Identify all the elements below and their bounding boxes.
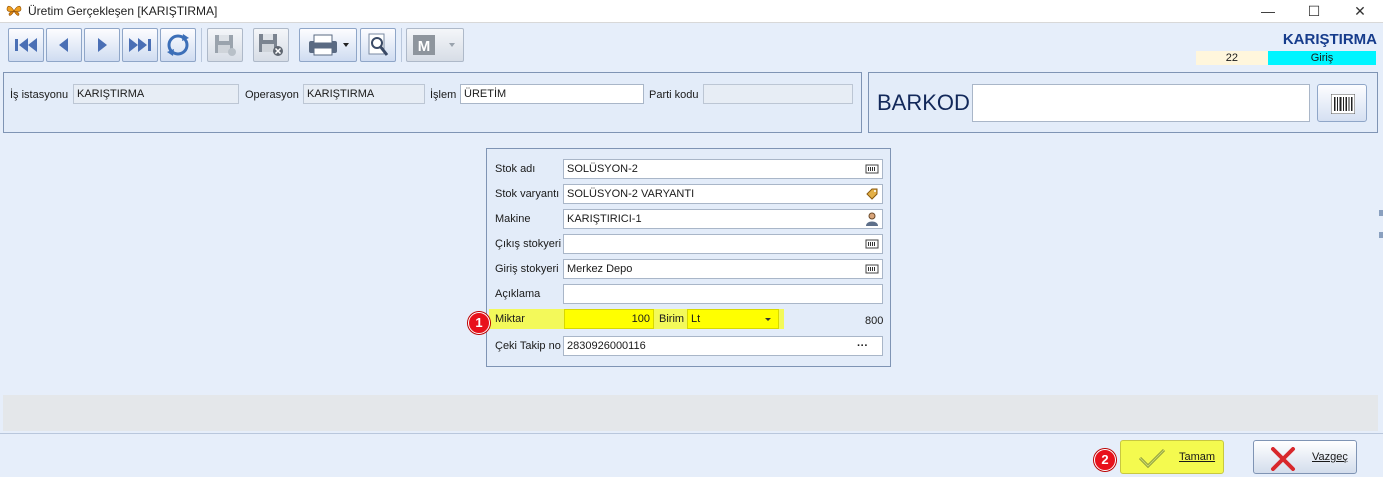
lookup-icon[interactable] <box>865 237 879 251</box>
ceki-takip-field[interactable]: 2830926000116 ··· <box>563 336 883 356</box>
barkod-input[interactable] <box>972 84 1310 122</box>
birim-label: Birim <box>659 313 685 325</box>
chevron-down-icon[interactable] <box>761 312 775 326</box>
operasyon-label: Operasyon <box>245 89 299 101</box>
birim-select[interactable]: Lt <box>687 309 779 329</box>
vazgec-button[interactable]: Vazgeç <box>1253 440 1357 474</box>
maximize-button[interactable]: ☐ <box>1291 0 1337 22</box>
check-icon <box>1138 448 1166 469</box>
last-record-icon <box>129 38 151 52</box>
vazgec-label: Vazgeç <box>1312 451 1348 463</box>
minimize-button[interactable]: — <box>1245 0 1291 22</box>
lookup-icon[interactable] <box>865 162 879 176</box>
stok-varyanti-value: SOLÜSYON-2 VARYANTI <box>567 188 695 200</box>
scrollbar-tick <box>1379 210 1383 216</box>
first-record-button[interactable] <box>8 28 44 62</box>
barcode-icon <box>1331 94 1355 114</box>
parti-kodu-label: Parti kodu <box>649 89 699 101</box>
svg-text:M: M <box>418 38 431 55</box>
giris-stokyeri-field[interactable]: Merkez Depo <box>563 259 883 279</box>
magnifier-icon <box>368 33 389 56</box>
total-value: 800 <box>865 315 884 327</box>
makine-field[interactable]: KARIŞTIRICI-1 <box>563 209 883 229</box>
first-record-icon <box>15 38 37 52</box>
save-close-icon <box>259 34 283 56</box>
tag-icon[interactable] <box>865 187 879 201</box>
ellipsis-button[interactable]: ··· <box>857 337 868 355</box>
tamam-label: Tamam <box>1179 451 1216 463</box>
person-icon[interactable] <box>865 212 879 226</box>
giris-stokyeri-label: Giriş stokyeri <box>495 263 559 275</box>
lookup-icon[interactable] <box>865 262 879 276</box>
last-record-button[interactable] <box>122 28 158 62</box>
previous-record-button[interactable] <box>46 28 82 62</box>
miktar-label: Miktar <box>495 313 525 325</box>
scrollbar-tick <box>1379 232 1383 238</box>
save-disabled-icon <box>215 35 236 56</box>
printer-icon <box>309 34 349 56</box>
aciklama-label: Açıklama <box>495 288 541 300</box>
next-icon <box>98 38 107 52</box>
stok-adi-field[interactable]: SOLÜSYON-2 <box>563 159 883 179</box>
refresh-button[interactable] <box>160 28 196 62</box>
islem-field[interactable]: ÜRETİM <box>460 84 644 104</box>
makine-label: Makine <box>495 213 531 225</box>
step-marker-1: 1 <box>468 312 490 334</box>
birim-value: Lt <box>691 313 701 325</box>
stok-adi-value: SOLÜSYON-2 <box>567 163 638 175</box>
save-button[interactable] <box>207 28 243 62</box>
toolbar-separator <box>401 28 402 62</box>
aciklama-field[interactable] <box>563 284 883 304</box>
ceki-takip-value: 2830926000116 <box>567 340 646 352</box>
status-badge: Giriş <box>1268 51 1376 65</box>
status-area <box>3 395 1378 431</box>
preview-button[interactable] <box>360 28 396 62</box>
close-button[interactable]: ✕ <box>1337 0 1383 22</box>
divider <box>0 433 1383 434</box>
save-close-button[interactable] <box>253 28 289 62</box>
barkod-label: BARKOD <box>877 90 970 115</box>
stok-varyanti-label: Stok varyantı <box>495 188 560 200</box>
operasyon-field[interactable]: KARIŞTIRMA <box>303 84 425 104</box>
m-icon: M <box>413 35 455 55</box>
window-title: Üretim Gerçekleşen [KARIŞTIRMA] <box>28 4 218 18</box>
butterfly-icon <box>6 5 22 16</box>
next-record-button[interactable] <box>84 28 120 62</box>
step-marker-2: 2 <box>1094 449 1116 471</box>
title-bar: Üretim Gerçekleşen [KARIŞTIRMA] — ☐ ✕ <box>0 0 1383 23</box>
is-istasyonu-label: İş istasyonu <box>10 89 69 101</box>
ceki-takip-label: Çeki Takip no <box>495 340 561 352</box>
toolbar: M <box>0 23 1383 67</box>
giris-stokyeri-value: Merkez Depo <box>567 263 633 275</box>
stock-form-group <box>486 148 891 367</box>
barcode-scan-button[interactable] <box>1317 84 1367 122</box>
parti-kodu-field[interactable] <box>703 84 853 104</box>
module-menu-button[interactable]: M <box>406 28 464 62</box>
refresh-icon <box>167 34 189 56</box>
cancel-x-icon <box>1271 447 1295 471</box>
toolbar-separator <box>201 28 202 62</box>
previous-icon <box>59 38 68 52</box>
record-number: 22 <box>1196 51 1268 65</box>
is-istasyonu-field[interactable]: KARIŞTIRMA <box>73 84 239 104</box>
miktar-field[interactable]: 100 <box>564 309 654 329</box>
tamam-button[interactable]: Tamam <box>1120 440 1224 474</box>
print-button[interactable] <box>299 28 357 62</box>
stok-varyanti-field[interactable]: SOLÜSYON-2 VARYANTI <box>563 184 883 204</box>
makine-value: KARIŞTIRICI-1 <box>567 213 642 225</box>
islem-label: İşlem <box>430 89 457 101</box>
cikis-stokyeri-field[interactable] <box>563 234 883 254</box>
header-title: KARIŞTIRMA <box>1282 31 1377 48</box>
cikis-stokyeri-label: Çıkış stokyeri <box>495 238 562 250</box>
stok-adi-label: Stok adı <box>495 163 536 175</box>
